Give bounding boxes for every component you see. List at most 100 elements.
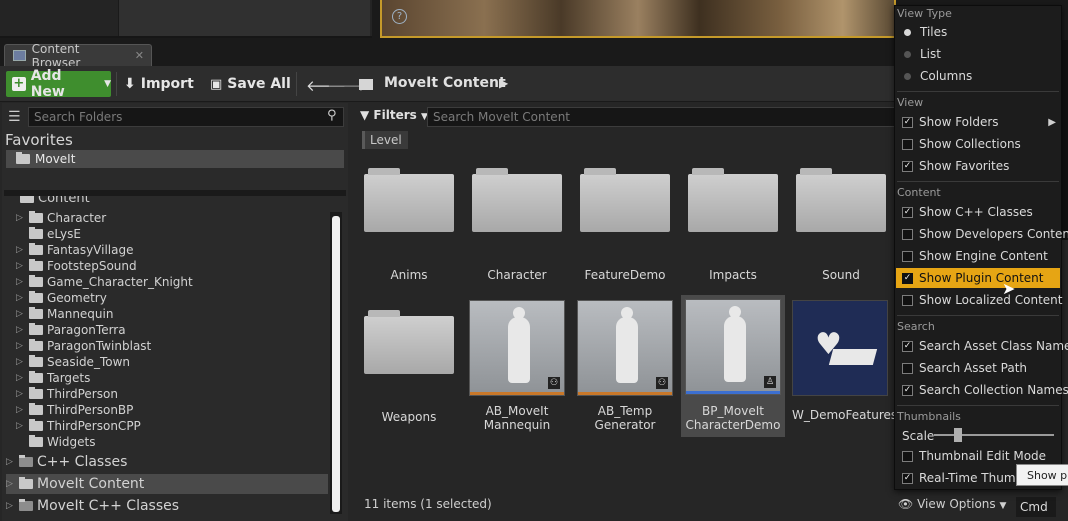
view-options-button[interactable]: 👁 View Options ▼ bbox=[898, 497, 1006, 511]
asset-tile-selected[interactable]: ♙ BP_MoveIt CharacterDemo bbox=[681, 295, 785, 437]
tree-item[interactable]: ▷ ParagonTerra bbox=[16, 322, 126, 338]
folder-tile[interactable]: FeatureDemo bbox=[577, 166, 673, 282]
checkbox-icon bbox=[902, 138, 913, 150]
tree-item-label: Game_Character_Knight bbox=[47, 275, 193, 289]
menu-item-columns[interactable]: Columns bbox=[896, 66, 1060, 86]
search-assets-input[interactable]: Search MoveIt Content bbox=[427, 107, 897, 127]
expand-arrow-icon[interactable]: ▷ bbox=[16, 341, 25, 351]
folder-tile[interactable]: Anims bbox=[361, 166, 457, 282]
tree-root-moveit-cpp-classes[interactable]: ▷ MoveIt C++ Classes bbox=[6, 496, 326, 516]
save-all-button[interactable]: ▣ Save All bbox=[210, 71, 291, 97]
tree-root-moveit-content[interactable]: ▷ MoveIt Content bbox=[6, 474, 328, 494]
menu-item-show-developers-content[interactable]: Show Developers Content bbox=[896, 224, 1068, 244]
favorite-item[interactable]: MoveIt bbox=[6, 150, 344, 168]
folder-icon bbox=[359, 79, 373, 90]
tree-item[interactable]: ▷ ThirdPerson bbox=[16, 386, 118, 402]
add-new-button[interactable]: + Add New ▼ bbox=[6, 68, 111, 100]
menu-item-show-cpp-classes[interactable]: ✓ Show C++ Classes bbox=[896, 202, 1060, 222]
thumbnail-scale-slider[interactable] bbox=[934, 434, 1054, 436]
folder-icon bbox=[29, 275, 43, 287]
toolbar-divider bbox=[296, 72, 297, 96]
radio-icon bbox=[904, 50, 911, 58]
expand-arrow-icon[interactable]: ▷ bbox=[6, 501, 15, 511]
asset-tile[interactable]: ⚇ AB_MoveIt Mannequin bbox=[469, 300, 565, 432]
tree-item[interactable]: ▷ ThirdPersonBP bbox=[16, 402, 133, 418]
filters-label: Filters bbox=[373, 108, 417, 122]
tree-item[interactable]: ▷ FantasyVillage bbox=[16, 242, 133, 258]
expand-arrow-icon[interactable]: ▷ bbox=[16, 325, 25, 335]
tile-label: Sound bbox=[822, 268, 860, 282]
tree-item[interactable]: ▷ Mannequin bbox=[16, 306, 113, 322]
expand-arrow-icon[interactable]: ▷ bbox=[16, 373, 25, 383]
asset-tile[interactable]: ⚇ AB_Temp Generator bbox=[577, 300, 673, 432]
menu-section-view-type: View Type bbox=[897, 7, 952, 20]
tree-item[interactable]: ▷ ThirdPersonCPP bbox=[16, 418, 141, 434]
tree-item[interactable]: ▷ Seaside_Town bbox=[16, 354, 130, 370]
folder-tile[interactable]: Sound bbox=[793, 166, 889, 282]
menu-item-show-folders[interactable]: ✓ Show Folders ▶ bbox=[896, 112, 1060, 132]
import-button[interactable]: ⬇ Import bbox=[124, 71, 194, 97]
console-command-select[interactable]: Cmd ▼ bbox=[1016, 497, 1056, 517]
expand-arrow-icon[interactable]: ▷ bbox=[16, 293, 25, 303]
menu-item-search-asset-path[interactable]: Search Asset Path bbox=[896, 358, 1060, 378]
menu-item-tiles[interactable]: Tiles bbox=[896, 22, 1060, 42]
menu-item-show-favorites[interactable]: ✓ Show Favorites bbox=[896, 156, 1060, 176]
menu-item-show-collections[interactable]: Show Collections bbox=[896, 134, 1060, 154]
checkbox-icon bbox=[902, 250, 913, 262]
filters-button[interactable]: ▼ Filters ▼ bbox=[360, 108, 428, 122]
expand-arrow-icon[interactable]: ▷ bbox=[16, 389, 25, 399]
asset-tile[interactable]: ♥ W_DemoFeatures bbox=[792, 300, 897, 422]
tab-content-browser[interactable]: Content Browser ✕ bbox=[4, 42, 152, 70]
tree-root-cpp-classes[interactable]: ▷ C++ Classes bbox=[6, 452, 326, 472]
menu-item-search-asset-class-names[interactable]: ✓ Search Asset Class Names bbox=[896, 336, 1068, 356]
save-icon: ▣ bbox=[210, 76, 223, 92]
close-tab-icon[interactable]: ✕ bbox=[135, 49, 144, 62]
expand-arrow-icon[interactable]: ▷ bbox=[16, 405, 25, 415]
folder-icon bbox=[29, 307, 43, 319]
expand-arrow-icon[interactable]: ▷ bbox=[6, 457, 15, 467]
menu-item-show-engine-content[interactable]: Show Engine Content bbox=[896, 246, 1060, 266]
path-arrow-icon[interactable]: ▶ bbox=[499, 76, 508, 90]
expand-arrow-icon[interactable]: ▷ bbox=[16, 357, 25, 367]
expand-arrow-icon[interactable]: ▷ bbox=[16, 277, 25, 287]
folder-icon bbox=[29, 419, 43, 431]
expand-arrow-icon[interactable]: ▷ bbox=[16, 421, 25, 431]
tree-item[interactable]: ▷ FootstepSound bbox=[16, 258, 137, 274]
thumbnail-scale-slider-handle[interactable] bbox=[954, 428, 962, 442]
menu-item-list[interactable]: List bbox=[896, 44, 1060, 64]
tile-label-line1: AB_MoveIt bbox=[485, 404, 549, 418]
tree-item[interactable]: ▷ ParagonTwinblast bbox=[16, 338, 151, 354]
sources-toggle-icon[interactable]: ☰ bbox=[8, 109, 24, 125]
tree-item[interactable]: ▷ Targets bbox=[16, 370, 90, 386]
tree-item[interactable]: ▷ Game_Character_Knight bbox=[16, 274, 193, 290]
menu-item-show-plugin-content[interactable]: ✓ Show Plugin Content bbox=[896, 268, 1060, 288]
folder-icon bbox=[472, 168, 562, 232]
folder-icon bbox=[29, 243, 43, 255]
tree-item-content[interactable]: Content bbox=[20, 196, 90, 206]
expand-arrow-icon[interactable]: ▷ bbox=[16, 245, 25, 255]
tree-scrollbar-thumb[interactable] bbox=[332, 216, 340, 512]
tile-label: Character bbox=[487, 268, 547, 282]
menu-item-search-collection-names[interactable]: ✓ Search Collection Names bbox=[896, 380, 1068, 400]
expand-arrow-icon[interactable]: ▷ bbox=[16, 213, 25, 223]
tree-item[interactable]: ▷ Character bbox=[16, 210, 106, 226]
tree-item[interactable]: eLysE bbox=[16, 226, 81, 242]
level-filter-chip[interactable]: Level bbox=[362, 131, 408, 149]
expand-arrow-icon[interactable]: ▷ bbox=[6, 479, 15, 489]
expand-arrow-icon[interactable]: ▷ bbox=[16, 261, 25, 271]
menu-item-show-localized-content[interactable]: Show Localized Content bbox=[896, 290, 1062, 310]
folder-icon bbox=[29, 403, 43, 415]
folder-tile[interactable]: Impacts bbox=[685, 166, 781, 282]
tree-item[interactable]: Widgets bbox=[16, 434, 96, 450]
output-log-edge bbox=[1062, 40, 1068, 240]
folder-tile[interactable]: Character bbox=[469, 166, 565, 282]
menu-item-thumbnail-edit-mode[interactable]: Thumbnail Edit Mode bbox=[896, 446, 1060, 466]
search-folders-input[interactable]: Search Folders bbox=[28, 107, 344, 127]
tile-label: Weapons bbox=[381, 410, 437, 424]
help-icon[interactable]: ? bbox=[392, 9, 407, 24]
tree-item[interactable]: ▷ Geometry bbox=[16, 290, 107, 306]
expand-arrow-icon[interactable]: ▷ bbox=[16, 309, 25, 319]
path-breadcrumb[interactable]: MoveIt Content bbox=[384, 75, 506, 91]
folder-tile[interactable]: Weapons bbox=[361, 308, 457, 424]
level-viewport[interactable] bbox=[380, 0, 896, 38]
